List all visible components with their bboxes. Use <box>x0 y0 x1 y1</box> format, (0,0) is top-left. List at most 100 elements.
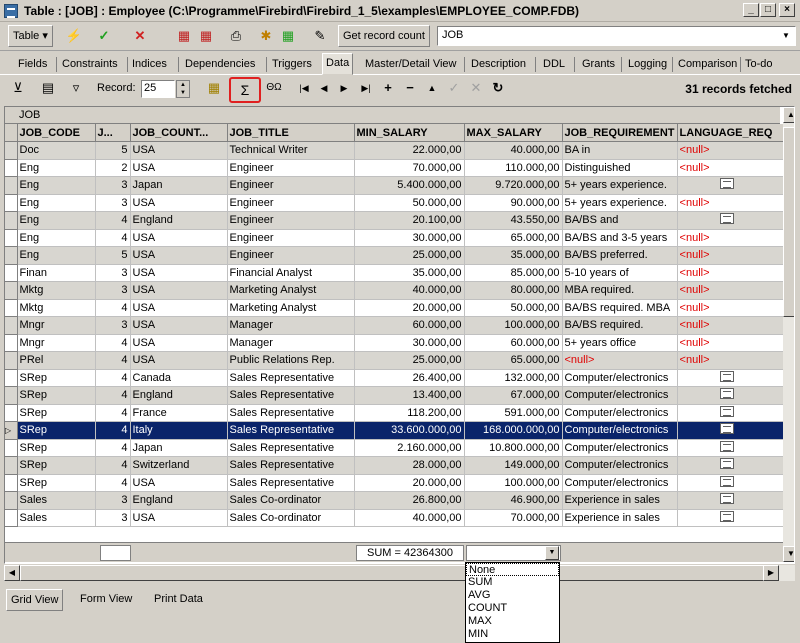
table-cell[interactable]: Mktg <box>17 299 96 317</box>
table-cell[interactable]: PRel <box>17 351 96 370</box>
table-cell[interactable]: SRep <box>17 369 96 387</box>
table-cell[interactable]: Sales Representative <box>227 474 355 492</box>
table-cell[interactable]: Eng <box>17 211 96 230</box>
table-cell[interactable]: Technical Writer <box>227 141 355 160</box>
table-cell[interactable]: Marketing Analyst <box>227 299 355 317</box>
grid-colors-icon[interactable]: ▦ <box>278 26 298 46</box>
refresh-icon[interactable]: ↻ <box>488 78 508 98</box>
table-cell[interactable]: Computer/electronics <box>562 386 678 405</box>
table-row[interactable]: ▷ SRep 4 Italy Sales Representative 33.600.00… <box>5 421 784 440</box>
table-cell[interactable]: Financial Analyst <box>227 264 355 282</box>
table-cell[interactable]: 60.000,00 <box>464 334 563 352</box>
column-header[interactable]: J... <box>95 124 131 142</box>
sum-button[interactable]: Σ <box>229 77 261 103</box>
table-cell[interactable]: 100.000,00 <box>464 474 563 492</box>
table-cell[interactable]: Sales Representative <box>227 386 355 405</box>
table-cell[interactable]: 4 <box>95 211 131 230</box>
table-cell[interactable]: Sales Representative <box>227 369 355 387</box>
table-cell[interactable]: USA <box>130 351 228 370</box>
table-cell[interactable] <box>677 474 784 492</box>
filter-rows-icon[interactable]: ▿ <box>66 78 86 98</box>
table-cell[interactable]: Japan <box>130 439 228 457</box>
table-cell[interactable]: Sales <box>17 491 96 510</box>
table-cell[interactable]: 4 <box>95 474 131 492</box>
table-cell[interactable]: Computer/electronics <box>562 369 678 387</box>
commit-check-icon[interactable]: ✓ <box>94 26 114 46</box>
table-cell[interactable]: 3 <box>95 264 131 282</box>
table-cell[interactable]: 5+ years experience. <box>562 176 678 195</box>
table-cell[interactable]: 3 <box>95 194 131 212</box>
table-cell[interactable]: 20.000,00 <box>354 474 465 492</box>
print-icon[interactable]: ⎙ <box>226 26 246 46</box>
tab-todo[interactable]: To-do <box>742 55 776 75</box>
table-row[interactable]: Mngr 3 USA Manager 60.000,00 100.000,00 BA/BS … <box>5 316 784 335</box>
table-cell[interactable]: <null> <box>677 229 784 247</box>
table-menu-button[interactable]: Table ▾ <box>8 25 53 47</box>
table-cell[interactable]: Engineer <box>227 229 355 247</box>
table-cell[interactable]: 30.000,00 <box>354 229 465 247</box>
column-header[interactable]: JOB_COUNT... <box>130 124 228 142</box>
table-row[interactable]: Sales 3 USA Sales Co-ordinator 40.000,00 70.0… <box>5 509 784 527</box>
table-cell[interactable]: 10.800.000,00 <box>464 439 563 457</box>
memo-icon[interactable] <box>719 423 734 435</box>
tab-constraints[interactable]: Constraints <box>59 55 121 75</box>
table-cell[interactable]: 149.000,00 <box>464 456 563 475</box>
horizontal-scrollbar[interactable]: ◀ ▶ <box>4 565 795 581</box>
gears-icon[interactable]: ✱ <box>256 26 276 46</box>
table-cell[interactable]: 100.000,00 <box>464 316 563 335</box>
column-header[interactable]: MIN_SALARY <box>354 124 465 142</box>
aggregate-select[interactable]: ▼ <box>466 545 561 561</box>
maximize-button[interactable]: □ <box>760 3 776 17</box>
table-cell[interactable]: 20.000,00 <box>354 299 465 317</box>
rollback-x-icon[interactable]: ✕ <box>130 26 150 46</box>
table-cell[interactable]: England <box>130 386 228 405</box>
table-cell[interactable]: 3 <box>95 176 131 195</box>
close-button[interactable]: × <box>779 3 795 17</box>
column-header[interactable]: LANGUAGE_REQ <box>677 124 784 142</box>
table-cell[interactable]: 80.000,00 <box>464 281 563 300</box>
table-cell[interactable]: 4 <box>95 229 131 247</box>
tab-logging[interactable]: Logging <box>625 55 670 75</box>
table-cell[interactable]: 26.800,00 <box>354 491 465 510</box>
table-cell[interactable]: Mngr <box>17 334 96 352</box>
table-cell[interactable]: MBA required. <box>562 281 678 300</box>
table-cell[interactable]: Canada <box>130 369 228 387</box>
chevron-down-icon[interactable]: ▼ <box>779 29 793 43</box>
record-spin-button[interactable]: ▲ ▼ <box>176 80 190 98</box>
scroll-up-icon[interactable]: ▲ <box>783 107 794 123</box>
table-cell[interactable]: Eng <box>17 159 96 177</box>
table-cell[interactable]: 132.000,00 <box>464 369 563 387</box>
table-cell[interactable]: 90.000,00 <box>464 194 563 212</box>
table-cell[interactable]: 67.000,00 <box>464 386 563 405</box>
table-cell[interactable]: Manager <box>227 334 355 352</box>
table-cell[interactable]: 22.000,00 <box>354 141 465 160</box>
table-cell[interactable]: 4 <box>95 299 131 317</box>
tab-indices[interactable]: Indices <box>129 55 170 75</box>
table-row[interactable]: Eng 5 USA Engineer 25.000,00 35.000,00 BA/BS p… <box>5 246 784 265</box>
table-cell[interactable]: 4 <box>95 404 131 422</box>
memo-icon[interactable] <box>719 178 734 190</box>
post-icon[interactable]: ✓ <box>444 78 464 98</box>
aggregate-option-count[interactable]: COUNT <box>466 602 559 615</box>
table-cell[interactable]: SRep <box>17 404 96 422</box>
table-cell[interactable]: SRep <box>17 386 96 405</box>
table-cell[interactable]: Eng <box>17 246 96 265</box>
table-cell[interactable]: Engineer <box>227 211 355 230</box>
table-cell[interactable]: 2 <box>95 159 131 177</box>
table-cell[interactable]: Engineer <box>227 176 355 195</box>
table-cell[interactable]: <null> <box>677 194 784 212</box>
get-record-count-button[interactable]: Get record count <box>338 25 430 47</box>
aggregate-option-sum[interactable]: SUM <box>466 576 559 589</box>
table-cell[interactable]: 20.100,00 <box>354 211 465 230</box>
table-cell[interactable]: 4 <box>95 386 131 405</box>
table-cell[interactable]: 110.000,00 <box>464 159 563 177</box>
tab-ddl[interactable]: DDL <box>540 55 568 75</box>
table-row[interactable]: Finan 3 USA Financial Analyst 35.000,00 85.00… <box>5 264 784 282</box>
table-cell[interactable]: <null> <box>677 281 784 300</box>
memo-icon[interactable] <box>719 213 734 225</box>
table-row[interactable]: Mngr 4 USA Manager 30.000,00 60.000,00 5+ year… <box>5 334 784 352</box>
memo-icon[interactable] <box>719 510 734 522</box>
table-cell[interactable] <box>677 421 784 440</box>
table-cell[interactable]: Distinguished <box>562 159 678 177</box>
table-cell[interactable]: USA <box>130 281 228 300</box>
